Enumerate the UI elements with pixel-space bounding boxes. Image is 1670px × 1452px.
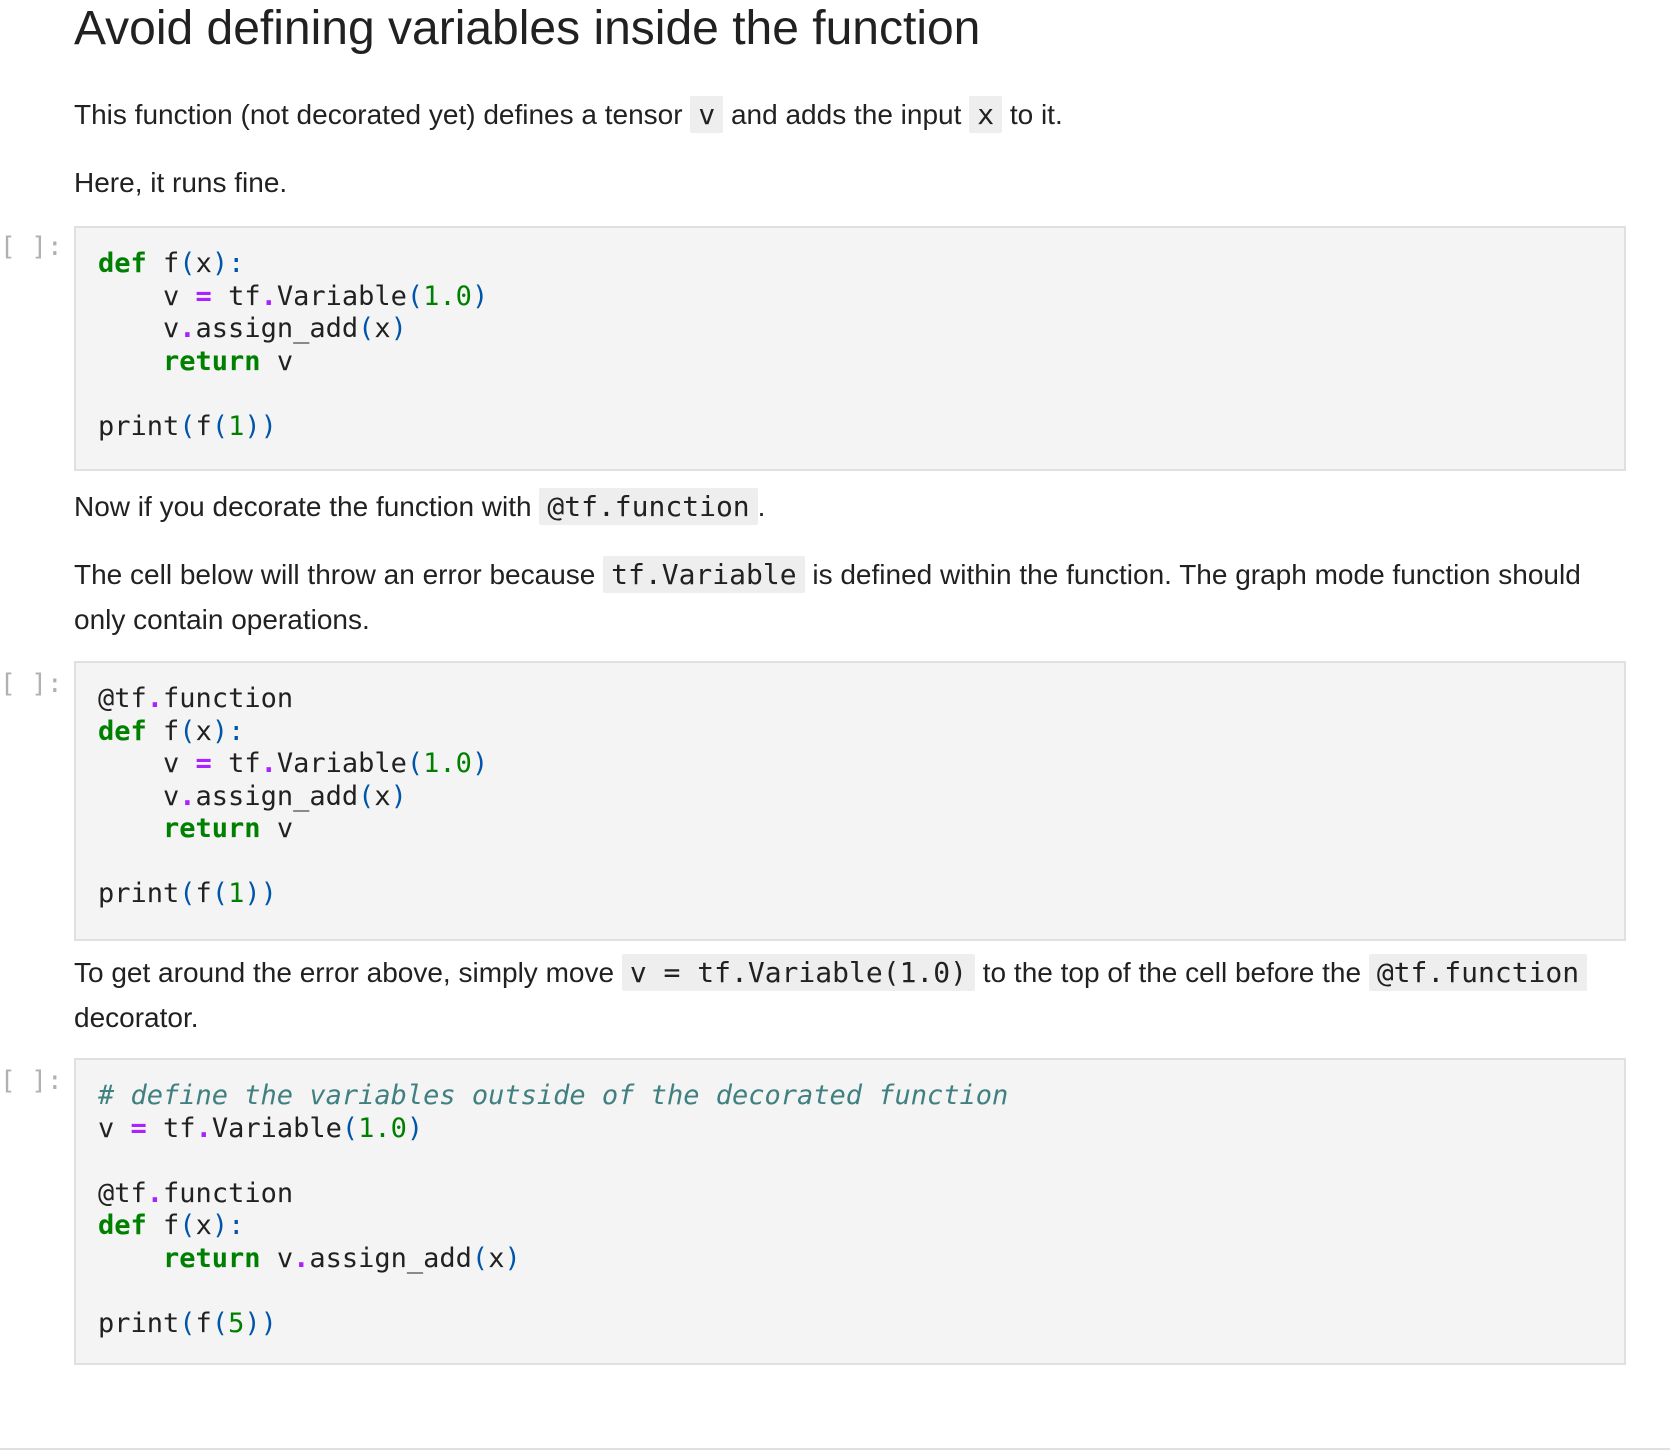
inline-code-tf-variable: tf.Variable — [603, 556, 805, 593]
cell-prompt: [ ]: — [0, 1066, 63, 1096]
bottom-divider — [0, 1448, 1670, 1450]
cell-prompt: [ ]: — [0, 232, 63, 262]
inline-code-v-assign: v = tf.Variable(1.0) — [621, 954, 975, 991]
code-cell-1[interactable]: def f(x): v = tf.Variable(1.0) v.assign_… — [74, 226, 1626, 471]
inline-code-v: v — [690, 96, 724, 133]
code-cell-3-source[interactable]: # define the variables outside of the de… — [76, 1060, 1624, 1340]
intro-paragraph: This function (not decorated yet) define… — [74, 96, 1063, 133]
inline-code-tf-function: @tf.function — [539, 488, 758, 525]
error-paragraph: The cell below will throw an error becau… — [74, 556, 1581, 635]
decorate-paragraph: Now if you decorate the function with @t… — [74, 488, 766, 525]
code-cell-2[interactable]: @tf.function def f(x): v = tf.Variable(1… — [74, 661, 1626, 941]
workaround-paragraph: To get around the error above, simply mo… — [74, 950, 1634, 1040]
code-cell-1-source[interactable]: def f(x): v = tf.Variable(1.0) v.assign_… — [76, 228, 1624, 443]
inline-code-tf-function-2: @tf.function — [1368, 954, 1588, 991]
runs-fine-paragraph: Here, it runs fine. — [74, 167, 288, 198]
section-heading: Avoid defining variables inside the func… — [74, 2, 981, 55]
code-cell-2-source[interactable]: @tf.function def f(x): v = tf.Variable(1… — [76, 663, 1624, 911]
cell-prompt: [ ]: — [0, 669, 63, 699]
inline-code-x: x — [969, 96, 1003, 133]
code-cell-3[interactable]: # define the variables outside of the de… — [74, 1058, 1626, 1365]
